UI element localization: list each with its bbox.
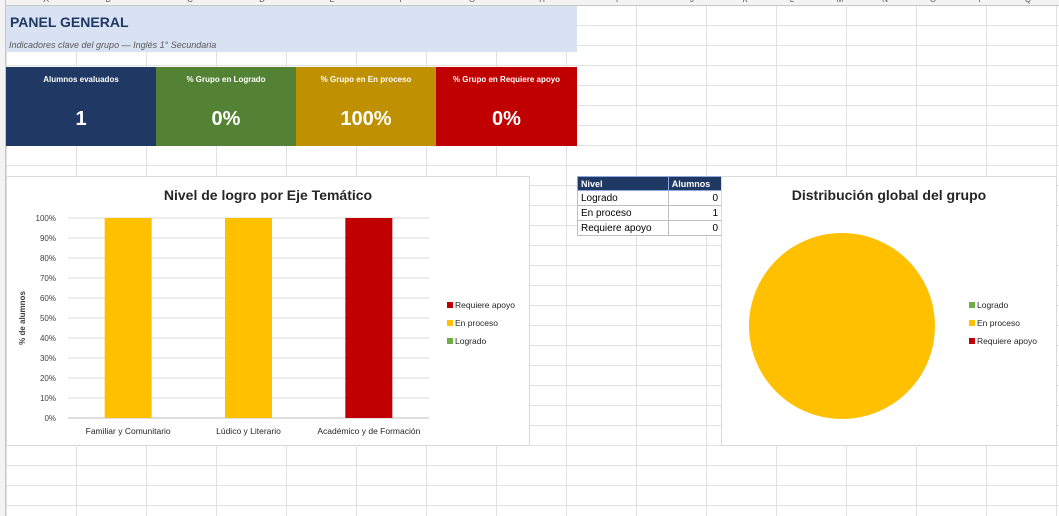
column-letter-q[interactable]: Q	[1018, 0, 1038, 4]
x-tick-label: Académico y de Formación	[317, 426, 420, 436]
y-tick-label: 70%	[40, 274, 56, 283]
y-tick-label: 60%	[40, 294, 56, 303]
y-tick-label: 40%	[40, 334, 56, 343]
column-letter-m[interactable]: M	[830, 0, 850, 4]
y-tick-label: 100%	[36, 214, 56, 223]
kpi-label: % Grupo en Requiere apoyo	[452, 75, 561, 84]
kpi-card-logrado: % Grupo en Logrado 0%	[156, 67, 296, 146]
title-block: PANEL GENERAL Indicadores clave del grup…	[6, 6, 577, 52]
x-tick-label: Lúdico y Literario	[216, 426, 281, 436]
pie-slice-en-proceso	[749, 233, 935, 419]
bar-chart: 0% 10% 20% 30% 40% 50% 60% 70% 80% 90% 100% % de al…	[18, 214, 515, 436]
y-tick-label: 90%	[40, 234, 56, 243]
bar-en-proceso	[104, 218, 152, 418]
bar-en-proceso	[225, 218, 272, 418]
cell-alumnos[interactable]: 0	[667, 190, 723, 206]
column-letter-k[interactable]: K	[735, 0, 755, 4]
legend-swatch	[447, 320, 453, 326]
legend-label: Logrado	[977, 300, 1008, 310]
y-tick-label: 20%	[40, 374, 56, 383]
kpi-label: Alumnos evaluados	[43, 75, 119, 84]
y-tick-label: 10%	[40, 394, 56, 403]
bar-requiere-apoyo	[345, 218, 393, 418]
bar-chart-frame[interactable]: Nivel de logro por Eje Temático 0% 10% 20%…	[6, 176, 530, 446]
column-letter-n[interactable]: N	[875, 0, 895, 4]
table-row: Requiere apoyo 0	[577, 220, 723, 236]
column-letter-i[interactable]: I	[607, 0, 627, 4]
y-tick-label: 80%	[40, 254, 56, 263]
column-letter-e[interactable]: E	[322, 0, 342, 4]
y-tick-label: 0%	[44, 414, 56, 423]
table-row: Logrado 0	[577, 190, 723, 206]
cell-nivel[interactable]: En proceso	[577, 205, 669, 221]
kpi-value: 100%	[340, 108, 392, 130]
cell-nivel[interactable]: Requiere apoyo	[577, 220, 669, 236]
kpi-value: 1	[75, 108, 87, 130]
kpi-label: % Grupo en En proceso	[320, 75, 412, 84]
legend-label: En proceso	[977, 318, 1020, 328]
x-tick-label: Familiar y Comunitario	[86, 426, 171, 436]
column-letter-c[interactable]: C	[180, 0, 200, 4]
kpi-card-requiere-apoyo: % Grupo en Requiere apoyo 0%	[436, 67, 577, 146]
y-tick-label: 30%	[40, 354, 56, 363]
header-nivel[interactable]: Nivel	[577, 176, 669, 191]
column-letter-o[interactable]: O	[923, 0, 943, 4]
column-letter-g[interactable]: G	[462, 0, 482, 4]
column-letter-d[interactable]: D	[252, 0, 272, 4]
cell-alumnos[interactable]: 1	[667, 205, 723, 221]
column-letter-l[interactable]: L	[782, 0, 802, 4]
pie-chart-frame[interactable]: Distribución global del grupo Logrado En …	[721, 176, 1057, 446]
legend-label: Requiere apoyo	[455, 300, 515, 310]
legend-label: En proceso	[455, 318, 498, 328]
legend-swatch	[969, 302, 975, 308]
cell-nivel[interactable]: Logrado	[577, 190, 669, 206]
kpi-card-en-proceso: % Grupo en En proceso 100%	[296, 67, 436, 146]
legend-label: Logrado	[455, 336, 486, 346]
y-axis-label: % de alumnos	[18, 291, 27, 345]
header-alumnos[interactable]: Alumnos	[667, 176, 723, 191]
page-subtitle: Indicadores clave del grupo — Inglés 1° …	[9, 40, 217, 50]
summary-table: Nivel Alumnos Logrado 0 En proceso 1 Req…	[577, 176, 723, 236]
column-letter-j[interactable]: J	[682, 0, 702, 4]
legend-swatch	[969, 320, 975, 326]
legend-label: Requiere apoyo	[977, 336, 1037, 346]
column-letter-p[interactable]: P	[971, 0, 991, 4]
kpi-card-alumnos-evaluados: Alumnos evaluados 1	[6, 67, 156, 146]
cell-alumnos[interactable]: 0	[667, 220, 723, 236]
kpi-label: % Grupo en Logrado	[186, 75, 266, 84]
legend-swatch	[447, 338, 453, 344]
column-letter-a[interactable]: A	[36, 0, 56, 4]
column-letter-f[interactable]: F	[392, 0, 412, 4]
legend-swatch	[447, 302, 453, 308]
kpi-value: 0%	[492, 108, 521, 130]
table-header-row: Nivel Alumnos	[577, 176, 723, 191]
page-title: PANEL GENERAL	[10, 14, 129, 30]
legend-swatch	[969, 338, 975, 344]
table-row: En proceso 1	[577, 205, 723, 221]
column-letter-b[interactable]: B	[98, 0, 118, 4]
pie-chart: Logrado En proceso Requiere apoyo	[749, 233, 1037, 419]
kpi-value: 0%	[211, 108, 241, 130]
y-tick-label: 50%	[40, 314, 56, 323]
column-letter-h[interactable]: H	[532, 0, 552, 4]
